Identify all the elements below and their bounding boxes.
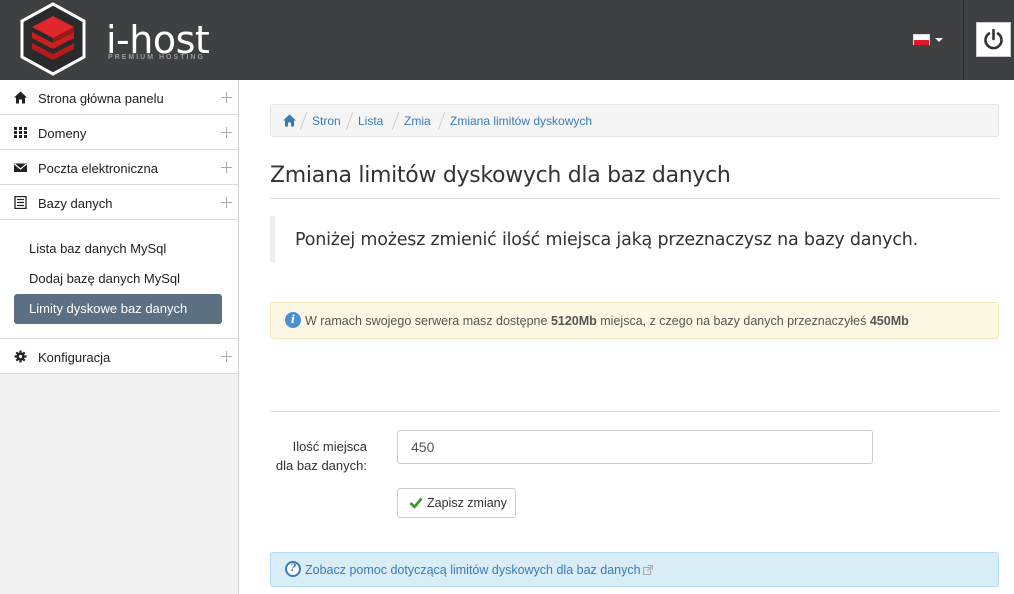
caret-down-icon [935,38,943,42]
breadcrumb-item[interactable]: Zmia [404,114,433,128]
gear-icon [14,350,27,363]
envelope-icon [14,163,27,172]
list-icon [14,196,27,209]
submenu-item-add-mysql[interactable]: Dodaj bazę danych MySql [14,264,222,294]
language-selector[interactable] [913,34,945,48]
help-link[interactable]: Zobacz pomoc dotyczącą limitów dyskowych… [305,563,653,577]
home-icon [14,91,27,104]
disk-limit-input[interactable] [397,430,873,464]
submenu-item-disk-limits[interactable]: Limity dyskowe baz danych [14,294,222,324]
logo[interactable]: i-host PREMIUM HOSTING [18,2,218,76]
divider [963,0,964,80]
expand-icon [221,162,232,173]
sidebar-item-email[interactable]: Poczta elektroniczna [0,150,238,185]
divider [270,411,999,412]
expand-icon [221,127,232,138]
label-line: dla baz danych: [275,458,367,473]
logout-button[interactable] [976,22,1011,57]
expand-icon [221,197,232,208]
disk-usage-text: W ramach swojego serwera masz dostępne 5… [305,314,909,328]
top-bar: i-host PREMIUM HOSTING [0,0,1014,80]
page-title: Zmiana limitów dyskowych dla baz danych [270,163,731,188]
disk-limit-label: Ilość miejsca dla baz danych: [270,437,367,475]
used-space: 450Mb [869,314,909,328]
sidebar-item-label: Poczta elektroniczna [38,161,158,176]
sidebar-item-domains[interactable]: Domeny [0,115,238,150]
divider [270,198,999,199]
info-icon: i [285,312,301,328]
help-alert: ? Zobacz pomoc dotyczącą limitów dyskowy… [270,552,999,587]
help-icon: ? [285,561,301,577]
available-space: 5120Mb [550,314,597,328]
sidebar-item-home[interactable]: Strona główna panelu [0,80,238,115]
breadcrumb: Stron Lista Zmia Zmiana limitów dyskowyc… [270,104,999,137]
help-link-text: Zobacz pomoc dotyczącą limitów dyskowych… [305,563,641,577]
save-button[interactable]: Zapisz zmiany [397,488,516,518]
expand-icon [221,351,232,362]
sidebar-item-label: Bazy danych [38,196,113,211]
label-line: Ilość miejsca [292,439,367,454]
breadcrumb-separator [345,112,354,130]
sidebar: Strona główna panelu Domeny Poczta elekt… [0,80,239,594]
checkmark-icon [409,497,423,509]
sidebar-item-label: Domeny [38,126,87,141]
alert-prefix: W ramach swojego serwera masz dostępne [305,314,551,328]
disk-usage-alert: i W ramach swojego serwera masz dostępne… [270,302,999,339]
sidebar-item-label: Konfiguracja [38,350,111,365]
breadcrumb-current[interactable]: Zmiana limitów dyskowych [450,114,592,128]
sidebar-item-configuration[interactable]: Konfiguracja [0,339,238,374]
expand-icon [221,92,232,103]
breadcrumb-item[interactable]: Lista [358,114,388,128]
logo-subtitle: PREMIUM HOSTING [108,54,205,61]
logo-hexagon-icon [20,2,86,76]
breadcrumb-separator [299,112,308,130]
grid-icon [14,127,27,138]
breadcrumb-item[interactable]: Stron [312,114,342,128]
power-icon [984,28,1003,50]
breadcrumb-separator [391,112,400,130]
lead-blockquote: Poniżej możesz zmienić ilość miejsca jak… [270,216,999,262]
lead-text: Poniżej możesz zmienić ilość miejsca jak… [295,230,918,250]
save-button-label: Zapisz zmiany [427,496,507,510]
home-icon[interactable] [283,114,296,127]
sidebar-item-databases[interactable]: Bazy danych [0,185,238,220]
breadcrumb-separator [437,112,446,130]
alert-middle: miejsca, z czego na bazy danych przeznac… [596,314,870,328]
submenu-item-mysql-list[interactable]: Lista baz danych MySql [14,234,222,264]
poland-flag-icon [913,34,930,45]
external-link-icon [642,565,653,575]
sidebar-item-label: Strona główna panelu [38,91,164,106]
databases-submenu: Lista baz danych MySql Dodaj bazę danych… [0,220,238,339]
